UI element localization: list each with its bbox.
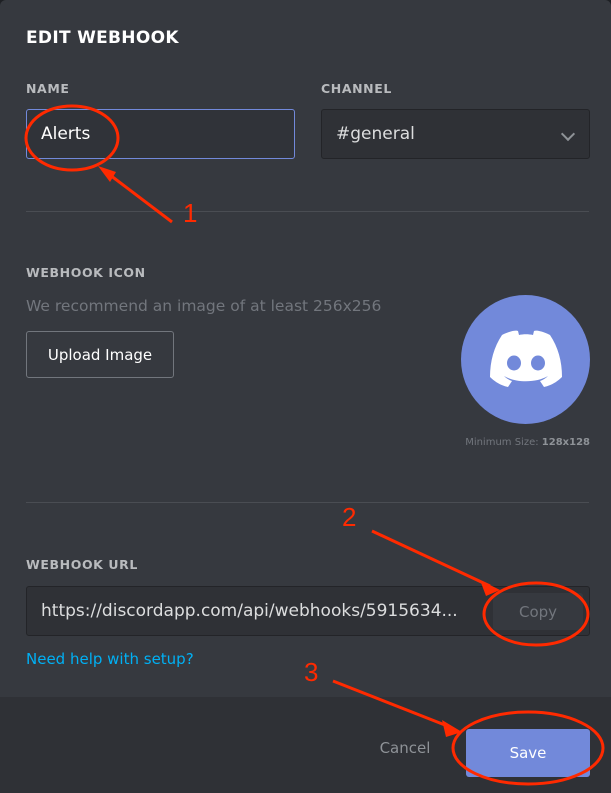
- copy-button[interactable]: Copy: [493, 593, 583, 630]
- channel-label: CHANNEL: [321, 81, 392, 96]
- channel-value: #general: [336, 124, 415, 144]
- min-size-note: Minimum Size: 128x128: [465, 437, 590, 448]
- chevron-down-icon: [560, 126, 576, 142]
- webhook-url-label: WEBHOOK URL: [26, 557, 138, 572]
- save-button[interactable]: Save: [466, 729, 590, 777]
- webhook-icon-label: WEBHOOK ICON: [26, 265, 146, 280]
- help-link[interactable]: Need help with setup?: [26, 650, 194, 668]
- cancel-button[interactable]: Cancel: [365, 730, 445, 766]
- divider: [26, 502, 589, 503]
- webhook-url-field[interactable]: https://discordapp.com/api/webhooks/5915…: [26, 586, 590, 636]
- annotation-number-1: 1: [183, 198, 198, 228]
- name-label: NAME: [26, 81, 70, 96]
- name-input[interactable]: Alerts: [26, 109, 295, 159]
- channel-select[interactable]: #general: [321, 109, 590, 159]
- min-size-label: Minimum Size:: [465, 437, 542, 448]
- dialog-footer: Cancel Save: [0, 697, 611, 793]
- dialog-title: EDIT WEBHOOK: [26, 28, 179, 48]
- icon-hint: We recommend an image of at least 256x25…: [26, 297, 382, 315]
- upload-image-button[interactable]: Upload Image: [26, 331, 174, 378]
- annotation-number-3: 3: [304, 657, 319, 687]
- webhook-avatar[interactable]: [461, 295, 590, 424]
- discord-logo-icon: [489, 330, 562, 387]
- annotation-number-2: 2: [342, 502, 357, 532]
- divider: [26, 211, 589, 212]
- min-size-value: 128x128: [541, 437, 590, 448]
- webhook-url-value[interactable]: https://discordapp.com/api/webhooks/5915…: [41, 587, 491, 635]
